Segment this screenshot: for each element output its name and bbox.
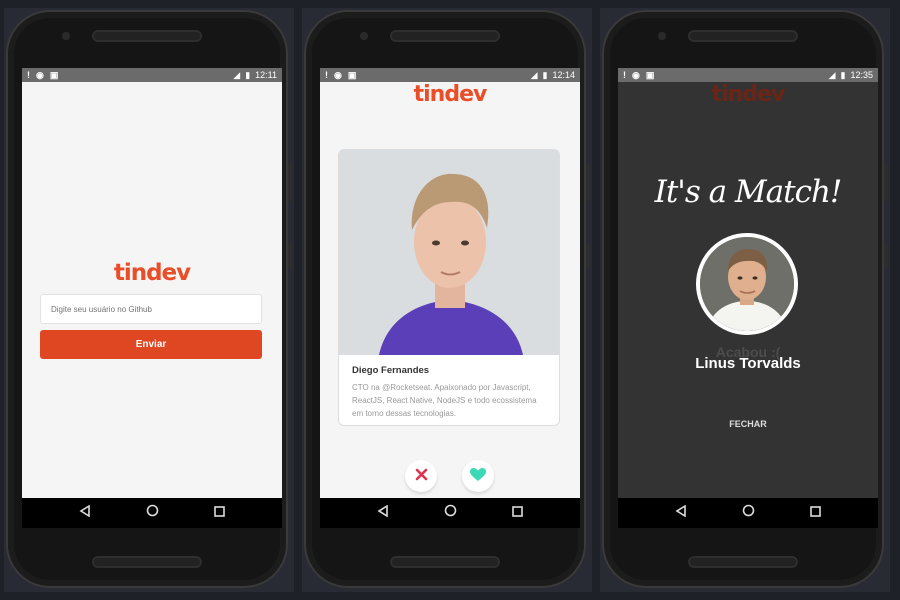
signal-icon: ◢ <box>233 69 241 80</box>
status-time: 12:14 <box>552 70 575 80</box>
back-icon[interactable] <box>675 504 687 522</box>
home-icon[interactable] <box>742 504 755 522</box>
volume-button <box>288 162 292 202</box>
home-icon[interactable] <box>444 504 457 522</box>
app-logo: tindev <box>113 260 191 286</box>
stage: ! ◉ ▣ ◢ ▮ 12:11 tindev Enviar <box>0 0 900 600</box>
power-button <box>884 242 888 268</box>
back-icon[interactable] <box>79 504 91 522</box>
home-icon[interactable] <box>146 504 159 522</box>
screen-login: ! ◉ ▣ ◢ ▮ 12:11 tindev Enviar <box>22 68 282 528</box>
speaker-grill <box>92 30 202 42</box>
back-icon[interactable] <box>377 504 389 522</box>
power-button <box>288 242 292 268</box>
dev-card[interactable]: Diego Fernandes CTO na @Rocketseat. Apai… <box>338 149 560 426</box>
camera <box>360 32 368 40</box>
close-button[interactable]: FECHAR <box>708 414 788 434</box>
status-bar: ! ◉ ▣ ◢ ▮ 12:11 <box>22 68 282 82</box>
status-time: 12:35 <box>850 70 873 80</box>
recents-icon[interactable] <box>809 504 821 522</box>
sync-icon: ◉ <box>334 69 342 80</box>
battery-icon: ▮ <box>840 69 846 80</box>
screen-match: ! ◉ ▣ ◢ ▮ 12:35 tindev It's a Match! Aca… <box>618 68 878 528</box>
alert-icon: ! <box>623 69 626 80</box>
android-nav-bar <box>22 498 282 528</box>
status-bar: ! ◉ ▣ ◢ ▮ 12:35 <box>618 68 878 82</box>
match-title: It's a Match! <box>654 174 843 210</box>
android-icon: ▣ <box>347 69 357 80</box>
speaker-grill <box>390 556 500 568</box>
phone-match: ! ◉ ▣ ◢ ▮ 12:35 tindev It's a Match! Aca… <box>602 10 888 588</box>
speaker-grill <box>390 30 500 42</box>
speaker-grill <box>92 556 202 568</box>
android-icon: ▣ <box>49 69 59 80</box>
main-view: tindev Diego Fernandes CTO na @Rocketsea… <box>320 82 580 498</box>
phone-login: ! ◉ ▣ ◢ ▮ 12:11 tindev Enviar <box>6 10 292 588</box>
sync-icon: ◉ <box>36 69 44 80</box>
login-view: tindev Enviar <box>22 82 282 498</box>
dislike-button[interactable] <box>405 460 437 492</box>
screen-main: ! ◉ ▣ ◢ ▮ 12:14 tindev Diego Fernandes C… <box>320 68 580 528</box>
speaker-grill <box>688 556 798 568</box>
android-icon: ▣ <box>645 69 655 80</box>
card-name: Diego Fernandes <box>352 365 430 376</box>
android-nav-bar <box>618 498 878 528</box>
submit-button[interactable]: Enviar <box>40 330 262 359</box>
github-username-input[interactable] <box>40 294 262 324</box>
avatar <box>696 233 798 335</box>
recents-icon[interactable] <box>213 504 225 522</box>
avatar <box>339 150 559 355</box>
camera <box>62 32 70 40</box>
app-logo[interactable]: tindev <box>320 82 580 107</box>
signal-icon: ◢ <box>828 69 836 80</box>
like-button[interactable] <box>462 460 494 492</box>
app-logo: tindev <box>711 82 786 107</box>
close-icon <box>415 468 428 484</box>
match-view: tindev It's a Match! Acabou :( Linus Tor… <box>618 82 878 498</box>
power-button <box>586 242 590 268</box>
heart-icon <box>470 467 486 485</box>
camera <box>658 32 666 40</box>
alert-icon: ! <box>27 69 30 80</box>
alert-icon: ! <box>325 69 328 80</box>
battery-icon: ▮ <box>542 69 548 80</box>
match-name: Linus Torvalds <box>695 355 801 372</box>
card-bio: CTO na @Rocketseat. Apaixonado por Javas… <box>352 383 537 418</box>
phone-main: ! ◉ ▣ ◢ ▮ 12:14 tindev Diego Fernandes C… <box>304 10 590 588</box>
android-nav-bar <box>320 498 580 528</box>
status-bar: ! ◉ ▣ ◢ ▮ 12:14 <box>320 68 580 82</box>
volume-button <box>586 162 590 202</box>
battery-icon: ▮ <box>245 69 251 80</box>
sync-icon: ◉ <box>632 69 640 80</box>
signal-icon: ◢ <box>530 69 538 80</box>
status-time: 12:11 <box>255 70 277 80</box>
volume-button <box>884 162 888 202</box>
speaker-grill <box>688 30 798 42</box>
recents-icon[interactable] <box>511 504 523 522</box>
